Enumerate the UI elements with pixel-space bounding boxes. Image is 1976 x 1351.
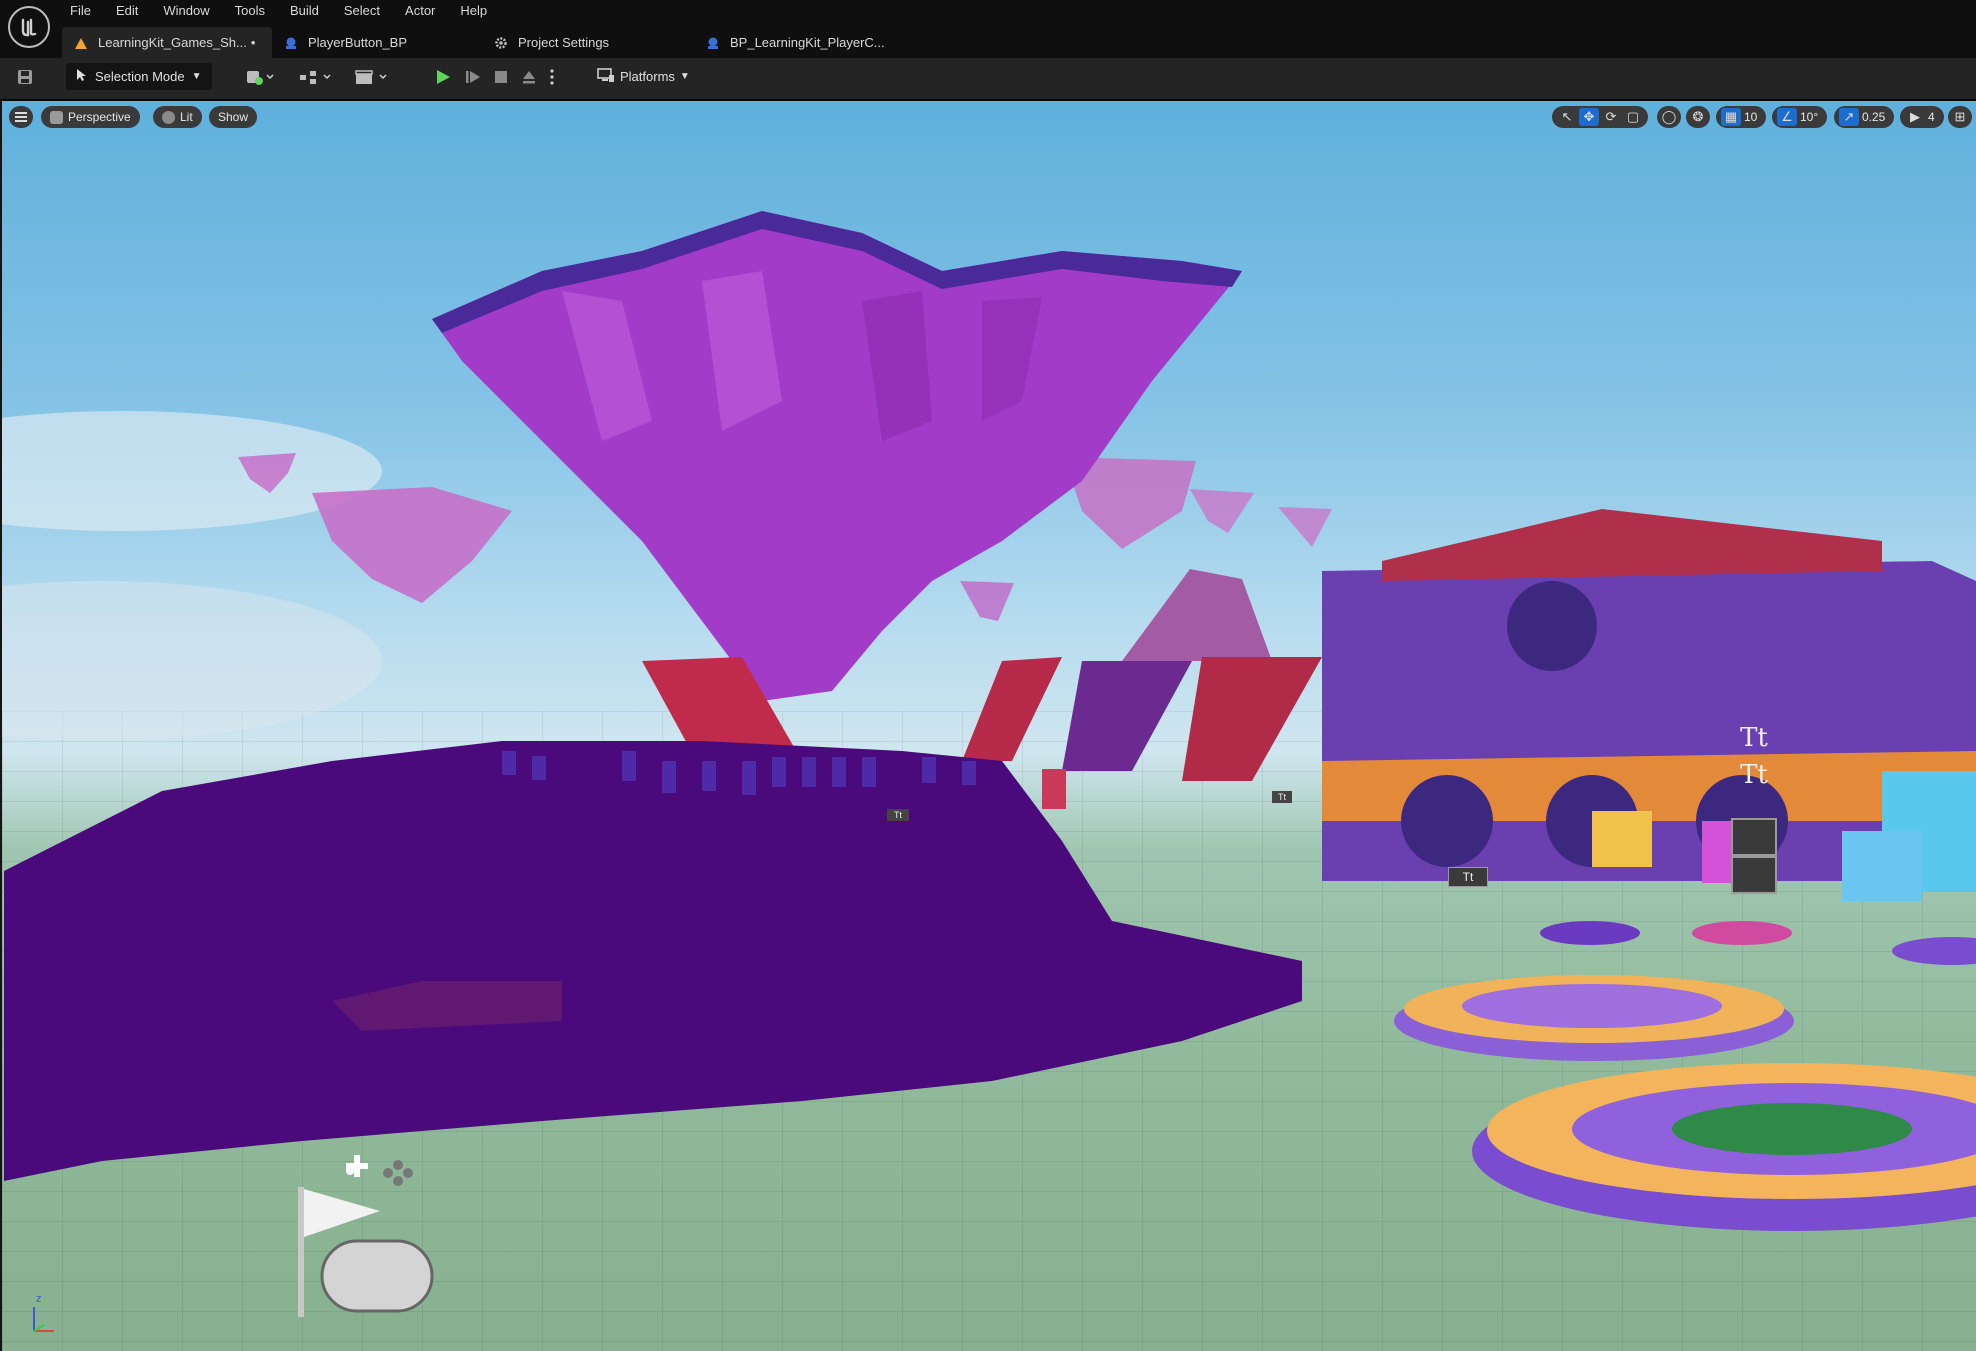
coordinate-system-button[interactable]: ◯ — [1657, 106, 1681, 128]
tab-label: Project Settings — [518, 35, 610, 50]
blueprint-icon — [706, 36, 720, 50]
show-label: Show — [218, 110, 249, 124]
menu-select[interactable]: Select — [334, 0, 395, 22]
axis-indicator: z — [26, 1293, 66, 1340]
menu-file[interactable]: File — [60, 0, 106, 22]
camera-speed-button[interactable]: ▶ 4 — [1900, 106, 1944, 128]
tab-bp-learningkit-player[interactable]: BP_LearningKit_PlayerC... — [694, 27, 914, 58]
text-render-icon[interactable]: Tt — [1734, 723, 1774, 753]
view-mode-button[interactable]: Lit — [153, 106, 202, 128]
rotation-snap-button[interactable]: ∠ 10° — [1772, 106, 1828, 128]
rotation-snap-value: 10° — [1800, 110, 1819, 124]
surface-snapping-button[interactable]: ❂ — [1686, 106, 1710, 128]
scale-snap-button[interactable]: ↗ 0.25 — [1834, 106, 1895, 128]
unreal-logo-icon[interactable] — [8, 6, 50, 48]
grid-snap-value: 10 — [1744, 110, 1758, 124]
scale-snap-icon: ↗ — [1839, 108, 1859, 126]
level-icon — [74, 36, 88, 50]
select-tool-icon[interactable]: ↖ — [1557, 108, 1577, 126]
selection-mode-dropdown[interactable]: Selection Mode ▼ — [66, 63, 212, 90]
modified-indicator: • — [250, 35, 256, 50]
tab-label: PlayerButton_BP — [308, 35, 408, 50]
add-actor-button[interactable] — [243, 66, 279, 88]
grid-icon: ▦ — [1721, 108, 1741, 126]
tab-playerbutton-bp[interactable]: PlayerButton_BP — [272, 27, 482, 58]
rotate-tool-icon[interactable]: ⟳ — [1601, 108, 1621, 126]
layout-icon: ⊞ — [1954, 109, 1966, 124]
stop-button[interactable] — [490, 66, 512, 88]
axis-z-label: z — [36, 1293, 42, 1305]
menu-help[interactable]: Help — [450, 0, 502, 22]
viewport-layout-button[interactable]: ⊞ — [1948, 106, 1972, 128]
scale-snap-value: 0.25 — [1862, 110, 1886, 124]
text-render-icon[interactable]: Tt — [1272, 791, 1292, 803]
gamepad-icon[interactable] — [324, 1141, 428, 1201]
cinematics-button[interactable] — [352, 66, 392, 88]
tab-level[interactable]: LearningKit_Games_Sh... • — [62, 27, 272, 58]
menu-tools[interactable]: Tools — [225, 0, 280, 22]
blueprint-icon — [284, 36, 298, 50]
main-menu: File Edit Window Tools Build Select Acto… — [60, 0, 502, 22]
save-icon[interactable] — [14, 66, 36, 88]
perspective-label: Perspective — [68, 110, 131, 124]
surface-snap-icon: ❂ — [1692, 109, 1704, 124]
selection-mode-label: Selection Mode — [95, 69, 185, 84]
lit-label: Lit — [180, 110, 193, 124]
camera-icon: ▶ — [1910, 109, 1920, 124]
blueprint-toolbar-button[interactable] — [296, 66, 336, 88]
lit-sphere-icon — [162, 110, 175, 124]
tab-label: BP_LearningKit_PlayerC... — [730, 35, 885, 50]
scene-render — [2, 211, 1976, 1317]
camera-speed-value: 4 — [1928, 110, 1935, 124]
settings-icon — [494, 36, 508, 50]
platforms-icon — [597, 67, 615, 86]
transform-tools: ↖ ✥ ⟳ ▢ — [1552, 106, 1648, 128]
cube-icon — [50, 110, 63, 124]
angle-icon: ∠ — [1777, 108, 1797, 126]
chevron-down-icon: ▼ — [679, 71, 690, 82]
menu-window[interactable]: Window — [153, 0, 224, 22]
tab-label: LearningKit_Games_Sh... — [98, 35, 247, 50]
grid-snap-button[interactable]: ▦ 10 — [1716, 106, 1767, 128]
menu-edit[interactable]: Edit — [106, 0, 153, 22]
platforms-dropdown[interactable]: Platforms ▼ — [597, 63, 690, 90]
text-render-icon[interactable]: Tt — [1734, 760, 1774, 790]
document-tabs: LearningKit_Games_Sh... • PlayerButton_B… — [62, 27, 914, 58]
eject-button[interactable] — [518, 66, 540, 88]
advance-frame-button[interactable] — [462, 66, 484, 88]
globe-icon: ◯ — [1661, 109, 1677, 124]
menu-build[interactable]: Build — [280, 0, 334, 22]
tab-project-settings[interactable]: Project Settings — [482, 27, 694, 58]
perspective-button[interactable]: Perspective — [41, 106, 140, 128]
play-button[interactable] — [432, 66, 454, 88]
chevron-down-icon: ▼ — [191, 71, 202, 82]
cursor-icon — [76, 68, 88, 85]
level-viewport[interactable]: Tt Tt Tt Tt Tt — [2, 101, 1976, 1351]
menu-actor[interactable]: Actor — [395, 0, 450, 22]
translate-tool-icon[interactable]: ✥ — [1579, 108, 1599, 126]
platforms-label: Platforms — [620, 69, 675, 84]
play-options-icon[interactable] — [546, 66, 558, 88]
scale-tool-icon[interactable]: ▢ — [1623, 108, 1643, 126]
text-render-icon[interactable]: Tt — [1448, 867, 1488, 887]
text-render-icon[interactable]: Tt — [887, 809, 909, 821]
viewport-options-button[interactable] — [9, 106, 33, 128]
show-button[interactable]: Show — [209, 106, 258, 128]
menu-bar: File Edit Window Tools Build Select Acto… — [0, 0, 1976, 58]
